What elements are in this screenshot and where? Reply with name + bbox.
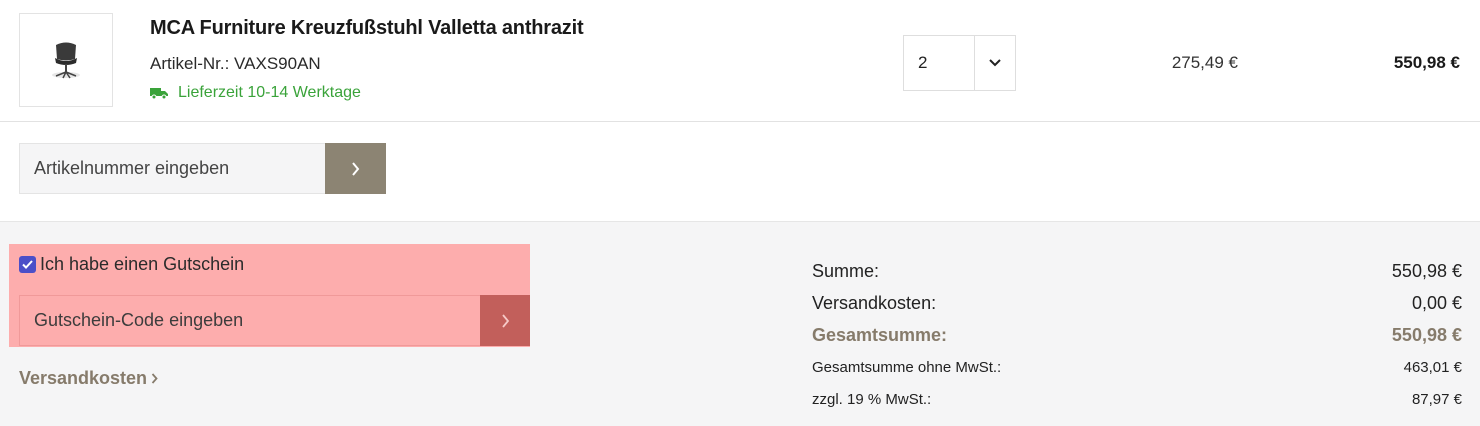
order-totals: Summe: 550,98 € Versandkosten: 0,00 € Ge… [812, 255, 1462, 415]
voucher-checkbox-row[interactable]: Ich habe einen Gutschein [19, 254, 244, 275]
vat-label: zzgl. 19 % MwSt.: [812, 390, 932, 408]
chevron-down-icon [989, 59, 1001, 67]
sku-entry-form: Artikelnummer eingeben [19, 143, 386, 194]
chevron-right-icon [151, 373, 158, 384]
line-total-price: 550,98 € [1393, 53, 1460, 72]
shipping-value: 0,00 € [1411, 292, 1462, 313]
net-total-label: Gesamtsumme ohne MwSt.: [812, 358, 1002, 376]
voucher-submit-button[interactable] [480, 295, 530, 346]
unit-price: 275,49 € [1171, 53, 1238, 72]
delivery-time: Lieferzeit 10-14 Werktage [150, 84, 361, 102]
quantity-dropdown-toggle[interactable] [974, 36, 1015, 90]
sku-submit-button[interactable] [325, 143, 386, 194]
voucher-code-input[interactable]: Gutschein-Code eingeben [19, 295, 480, 346]
voucher-checkbox[interactable] [19, 256, 36, 273]
vat-value: 87,97 € [1411, 390, 1462, 408]
subtotal-line: Summe: 550,98 € [812, 255, 1462, 287]
net-total-value: 463,01 € [1403, 358, 1462, 376]
shipping-label: Versandkosten: [812, 292, 937, 313]
shipping-costs-link[interactable]: Versandkosten [19, 368, 158, 389]
net-total-line: Gesamtsumme ohne MwSt.: 463,01 € [812, 351, 1462, 383]
office-chair-image [52, 42, 80, 79]
checkmark-icon [22, 260, 33, 269]
delivery-time-text: Lieferzeit 10-14 Werktage [178, 84, 361, 101]
shipping-costs-link-label[interactable]: Versandkosten [19, 368, 147, 389]
grand-total-label: Gesamtsumme: [812, 324, 948, 345]
shipping-line: Versandkosten: 0,00 € [812, 287, 1462, 319]
quantity-value[interactable]: 2 [904, 36, 974, 90]
vat-line: zzgl. 19 % MwSt.: 87,97 € [812, 383, 1462, 415]
product-title[interactable]: MCA Furniture Kreuzfußstuhl Valletta ant… [150, 17, 584, 40]
grand-total-value: 550,98 € [1391, 324, 1462, 345]
chevron-right-icon [352, 161, 360, 176]
grand-total-line: Gesamtsumme: 550,98 € [812, 319, 1462, 351]
truck-icon [150, 88, 168, 99]
sku-input[interactable]: Artikelnummer eingeben [19, 143, 325, 194]
chevron-right-icon [501, 313, 509, 328]
product-image[interactable] [19, 13, 113, 107]
subtotal-value: 550,98 € [1391, 260, 1462, 281]
voucher-checkbox-label[interactable]: Ich habe einen Gutschein [40, 254, 244, 275]
product-sku: Artikel-Nr.: VAXS90AN [150, 54, 321, 73]
subtotal-label: Summe: [812, 260, 880, 281]
cart-item-row: MCA Furniture Kreuzfußstuhl Valletta ant… [0, 0, 1480, 122]
quantity-select[interactable]: 2 [903, 35, 1016, 91]
voucher-entry-form: Gutschein-Code eingeben [19, 295, 530, 346]
